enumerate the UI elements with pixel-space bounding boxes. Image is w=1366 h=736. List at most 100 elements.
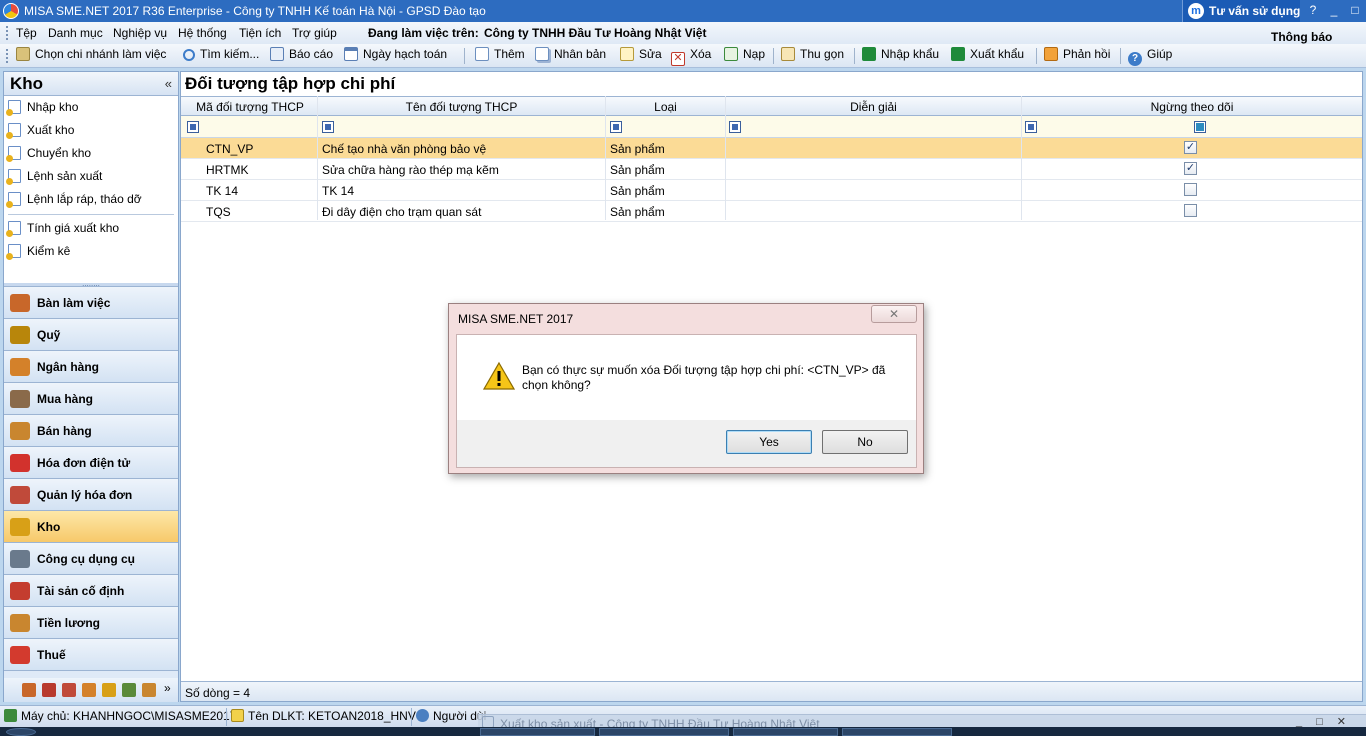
sidebar-item-kiem-ke[interactable]: Kiểm kê <box>6 244 70 264</box>
table-row[interactable]: TK 14 TK 14 Sản phẩm <box>181 180 1362 201</box>
nav-tai-san-co-dinh[interactable]: Tài sản cố định <box>4 575 178 607</box>
menu-system[interactable]: Hệ thống <box>178 26 227 40</box>
dialog-close-button[interactable]: ✕ <box>871 305 917 323</box>
document-icon <box>6 192 21 208</box>
collapse-button[interactable]: Thu gọn <box>781 47 844 65</box>
sidebar-item-chuyen-kho[interactable]: Chuyển kho <box>6 146 91 166</box>
table-row[interactable]: TQS Đi dây điện cho trạm quan sát Sản ph… <box>181 201 1362 222</box>
collapse-panel-icon[interactable]: « <box>165 76 172 91</box>
maximize-button[interactable]: □ <box>1346 2 1364 19</box>
tools-icon <box>10 550 30 568</box>
stopped-checkbox[interactable]: ✓ <box>1184 162 1197 175</box>
nav-ngan-hang[interactable]: Ngân hàng <box>4 351 178 383</box>
column-header-description[interactable]: Diễn giải <box>726 100 1021 114</box>
dialog-footer: Yes No <box>456 420 917 468</box>
toolbar-grip <box>6 49 9 63</box>
tools-small-icon[interactable] <box>122 683 136 697</box>
stopped-checkbox[interactable] <box>1184 183 1197 196</box>
nav-cong-cu-dung-cu[interactable]: Công cụ dụng cụ <box>4 543 178 575</box>
column-gridline <box>317 96 318 220</box>
posting-date-button[interactable]: Ngày hạch toán <box>344 47 447 65</box>
column-gridline <box>725 96 726 220</box>
nav-hoa-don-dien-tu[interactable]: Hóa đơn điện tử <box>4 447 178 479</box>
notification-button[interactable]: Thông báo <box>1271 30 1332 44</box>
menu-operations[interactable]: Nghiệp vụ <box>113 26 167 40</box>
report-button[interactable]: Báo cáo <box>270 47 333 65</box>
nav-quan-ly-hoa-don[interactable]: Quản lý hóa đơn <box>4 479 178 511</box>
nav-overflow-icon[interactable]: » <box>164 681 171 695</box>
invoice-icon <box>10 486 30 504</box>
column-header-stopped[interactable]: Ngừng theo dõi <box>1022 100 1362 114</box>
excel-import-icon <box>862 47 876 61</box>
column-gridline <box>605 96 606 220</box>
nav-ban-hang[interactable]: Bán hàng <box>4 415 178 447</box>
filter-stopped-checkbox[interactable] <box>1194 121 1206 133</box>
nav-thue[interactable]: Thuế <box>4 639 178 671</box>
nav-mua-hang[interactable]: Mua hàng <box>4 383 178 415</box>
branch-button[interactable]: Chọn chi nhánh làm việc <box>16 47 166 65</box>
warehouse-small-icon[interactable] <box>102 683 116 697</box>
yes-button[interactable]: Yes <box>726 430 812 454</box>
sidebar-item-nhap-kho[interactable]: Nhập kho <box>6 100 78 120</box>
taskbar-app[interactable] <box>599 728 729 736</box>
document-icon <box>6 123 21 139</box>
menu-file[interactable]: Tệp <box>16 26 37 40</box>
table-row[interactable]: CTN_VP Chế tạo nhà văn phòng bảo vệ Sản … <box>181 138 1362 159</box>
left-panel-title: Kho <box>10 74 44 93</box>
no-button[interactable]: No <box>822 430 908 454</box>
support-button[interactable]: m Tư vấn sử dụng <box>1182 0 1300 22</box>
filter-code-icon[interactable] <box>187 121 199 133</box>
column-header-code[interactable]: Mã đối tượng THCP <box>181 100 319 114</box>
table-row[interactable]: HRTMK Sửa chữa hàng rào thép mạ kẽm Sản … <box>181 159 1362 180</box>
payroll-small-icon[interactable] <box>142 683 156 697</box>
filter-type-icon[interactable] <box>610 121 622 133</box>
menu-catalog[interactable]: Danh mục <box>48 26 103 40</box>
grid-header: Mã đối tượng THCP Tên đối tượng THCP Loạ… <box>181 96 1362 116</box>
search-button[interactable]: Tìm kiếm... <box>183 47 259 65</box>
edit-button[interactable]: Sửa <box>620 47 662 65</box>
taskbar-app[interactable] <box>480 728 595 736</box>
filter-description-icon[interactable] <box>729 121 741 133</box>
window-title: MISA SME.NET 2017 R36 Enterprise - Công … <box>24 4 486 18</box>
start-button[interactable] <box>6 728 36 736</box>
taskbar-preview[interactable]: Xuất kho sản xuất - Công ty TNHH Đầu Tư … <box>478 714 1366 731</box>
sidebar-item-lenh-lap-rap[interactable]: Lệnh lắp ráp, tháo dỡ <box>6 192 142 212</box>
menu-help[interactable]: Trợ giúp <box>292 26 337 40</box>
manage-invoice-small-icon[interactable] <box>62 683 76 697</box>
add-button[interactable]: Thêm <box>475 47 525 65</box>
reload-button[interactable]: Nạp <box>724 47 765 65</box>
duplicate-button[interactable]: Nhân bản <box>535 47 606 65</box>
nav-quy[interactable]: Quỹ <box>4 319 178 351</box>
column-header-type[interactable]: Loại <box>606 100 725 114</box>
column-header-name[interactable]: Tên đối tượng THCP <box>318 100 605 114</box>
warning-icon <box>483 361 515 390</box>
menu-utilities[interactable]: Tiện ích <box>239 26 281 40</box>
sidebar-item-tinh-gia-xuat-kho[interactable]: Tính giá xuất kho <box>6 221 119 241</box>
minimize-button[interactable]: _ <box>1325 2 1343 19</box>
filter-stopped-icon[interactable] <box>1025 121 1037 133</box>
nav-overflow-bar: » <box>4 678 178 702</box>
import-button[interactable]: Nhập khẩu <box>862 47 939 65</box>
help-window-button[interactable]: ? <box>1304 2 1322 19</box>
help-button[interactable]: ? Giúp <box>1128 47 1172 66</box>
nav-tien-luong[interactable]: Tiền lương <box>4 607 178 639</box>
export-button[interactable]: Xuất khẩu <box>951 47 1024 65</box>
invoice-small-icon[interactable] <box>42 683 56 697</box>
tax-icon <box>10 646 30 664</box>
sidebar-item-lenh-san-xuat[interactable]: Lệnh sản xuất <box>6 169 102 189</box>
taskbar-app[interactable] <box>842 728 952 736</box>
stopped-checkbox[interactable] <box>1184 204 1197 217</box>
taskbar-app[interactable] <box>733 728 838 736</box>
cell-code: TQS <box>206 205 231 219</box>
feedback-button[interactable]: Phản hồi <box>1044 47 1110 65</box>
bank-small-icon[interactable] <box>82 683 96 697</box>
filter-name-icon[interactable] <box>322 121 334 133</box>
nav-kho[interactable]: Kho <box>4 511 178 543</box>
nav-ban-lam-viec[interactable]: Bàn làm việc <box>4 287 178 319</box>
warehouse-icon <box>10 518 30 536</box>
delete-button[interactable]: ✕ Xóa <box>671 47 711 66</box>
sidebar-item-xuat-kho[interactable]: Xuất kho <box>6 123 74 143</box>
desk-small-icon[interactable] <box>22 683 36 697</box>
toolbar: Chọn chi nhánh làm việc Tìm kiếm... Báo … <box>0 44 1366 68</box>
stopped-checkbox[interactable]: ✓ <box>1184 141 1197 154</box>
